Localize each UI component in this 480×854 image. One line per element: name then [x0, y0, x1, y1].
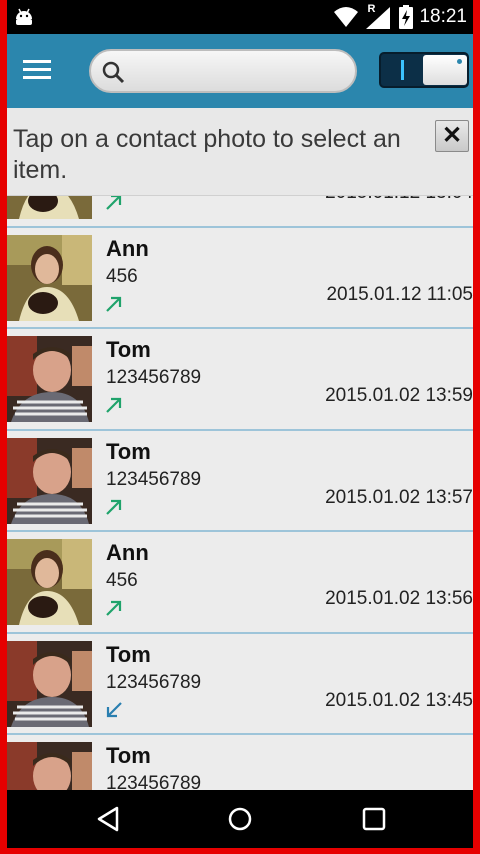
contact-photo[interactable] — [7, 196, 92, 219]
outgoing-call-icon — [104, 196, 124, 212]
back-icon[interactable] — [95, 806, 121, 832]
hamburger-menu-icon[interactable] — [23, 60, 53, 82]
search-input[interactable] — [135, 57, 345, 85]
call-log-row[interactable]: Tom 123456789 — [7, 735, 473, 790]
call-timestamp: 2015.01.02 13:45 — [325, 689, 473, 711]
call-log-list[interactable]: 2015.01.12 13:04 Ann 456 2015.01.12 11:0… — [7, 196, 473, 790]
contact-photo[interactable] — [7, 234, 92, 321]
search-box[interactable] — [89, 49, 357, 93]
android-debug-icon — [16, 8, 32, 25]
call-log-row[interactable]: Tom 123456789 2015.01.02 13:57 — [7, 430, 473, 532]
phone-screen: R 18:21 Tap on a contact photo to select… — [7, 0, 473, 848]
call-log-row[interactable]: Tom 123456789 2015.01.02 13:45 — [7, 633, 473, 735]
home-icon[interactable] — [227, 806, 253, 832]
contact-photo[interactable] — [7, 742, 92, 790]
contact-photo[interactable] — [7, 437, 92, 524]
status-bar: R 18:21 — [7, 0, 473, 34]
outgoing-call-icon — [104, 395, 124, 415]
battery-charging-icon — [399, 5, 414, 29]
phone-number: 123456789 — [106, 773, 202, 790]
hint-banner: Tap on a contact photo to select an item… — [7, 108, 473, 196]
call-log-row[interactable]: 2015.01.12 13:04 — [7, 196, 473, 228]
action-bar — [7, 34, 473, 108]
contact-name: Tom — [106, 743, 151, 768]
toggle-track — [381, 54, 423, 86]
phone-number: 123456789 — [106, 367, 202, 388]
phone-number: 456 — [106, 265, 138, 287]
call-timestamp: 2015.01.02 13:59 — [325, 385, 473, 406]
contact-photo[interactable] — [7, 640, 92, 727]
contact-photo[interactable] — [7, 336, 92, 422]
recents-icon[interactable] — [361, 806, 387, 832]
call-log-rows: 2015.01.12 13:04 Ann 456 2015.01.12 11:0… — [7, 196, 473, 790]
toggle-switch[interactable] — [379, 52, 469, 88]
contact-photo[interactable] — [7, 539, 92, 625]
navigation-bar — [7, 790, 473, 848]
call-log-row[interactable]: Tom 123456789 2015.01.02 13:59 — [7, 329, 473, 431]
phone-number: 123456789 — [106, 671, 202, 693]
outgoing-call-icon — [104, 497, 124, 517]
phone-number: 123456789 — [106, 468, 202, 490]
roaming-indicator: R — [367, 3, 376, 15]
call-log-row[interactable]: Ann 456 2015.01.02 13:56 — [7, 532, 473, 634]
contact-name: Ann — [106, 540, 149, 565]
call-timestamp: 2015.01.12 13:04 — [325, 196, 473, 204]
call-timestamp: 2015.01.12 11:05 — [326, 283, 473, 305]
close-hint-button[interactable]: ✕ — [435, 120, 469, 152]
search-icon — [102, 61, 125, 84]
contact-name: Ann — [106, 235, 149, 261]
call-log-row[interactable]: Ann 456 2015.01.12 11:05 — [7, 227, 473, 329]
call-timestamp: 2015.01.02 13:56 — [325, 588, 473, 609]
clock: 18:21 — [419, 6, 467, 27]
signal-icon: R — [365, 3, 393, 30]
contact-name: Tom — [106, 337, 151, 362]
toggle-knob — [423, 55, 467, 85]
phone-number: 456 — [106, 570, 138, 591]
hint-text: Tap on a contact photo to select an item… — [13, 125, 401, 184]
contact-name: Tom — [106, 438, 151, 464]
incoming-call-icon — [104, 700, 124, 720]
outgoing-call-icon — [104, 598, 124, 618]
outgoing-call-icon — [104, 294, 124, 314]
call-timestamp: 2015.01.02 13:57 — [325, 486, 473, 508]
contact-name: Tom — [106, 641, 151, 667]
wifi-icon — [334, 7, 359, 27]
